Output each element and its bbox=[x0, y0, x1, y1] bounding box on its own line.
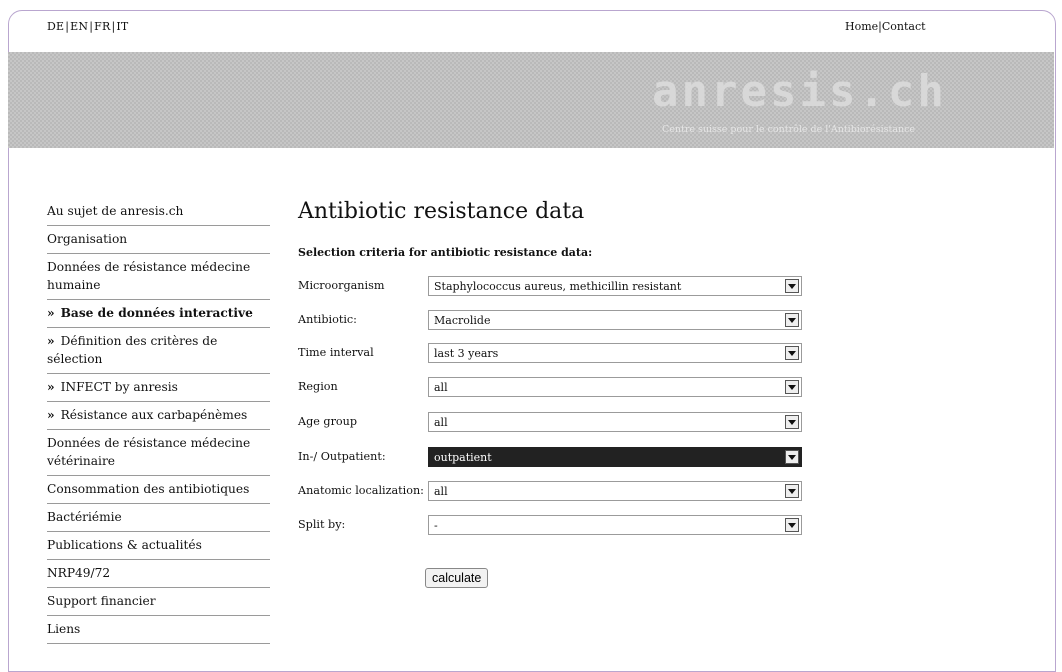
age-group-select[interactable]: all bbox=[428, 412, 802, 432]
sidebar-item-links[interactable]: Liens bbox=[47, 616, 270, 644]
chevron-down-icon bbox=[785, 415, 799, 429]
arrow-icon: » bbox=[47, 306, 55, 320]
selected-value: Staphylococcus aureus, methicillin resis… bbox=[434, 280, 682, 293]
chevron-down-icon bbox=[785, 346, 799, 360]
lang-en[interactable]: EN bbox=[70, 20, 88, 33]
split-by-select[interactable]: - bbox=[428, 515, 802, 535]
selected-value: Macrolide bbox=[434, 314, 491, 327]
sidebar-item-carbapenem-resistance[interactable]: » Résistance aux carbapénèmes bbox=[47, 402, 270, 430]
selected-value: all bbox=[434, 416, 448, 429]
patient-type-label: In-/ Outpatient: bbox=[298, 450, 386, 463]
microorganism-select[interactable]: Staphylococcus aureus, methicillin resis… bbox=[428, 276, 802, 296]
site-tagline: Centre suisse pour le contrôle de l'Anti… bbox=[662, 124, 916, 135]
sidebar-item-about[interactable]: Au sujet de anresis.ch bbox=[47, 198, 270, 226]
arrow-icon: » bbox=[47, 408, 55, 422]
sidebar-item-human-resistance-data[interactable]: Données de résistance médecine humaine bbox=[47, 254, 270, 300]
time-interval-label: Time interval bbox=[298, 346, 374, 359]
arrow-icon: » bbox=[47, 380, 55, 394]
anatomic-localization-select[interactable]: all bbox=[428, 481, 802, 501]
patient-type-row: In-/ Outpatient: outpatient bbox=[298, 447, 804, 469]
sidebar-item-interactive-database[interactable]: » Base de données interactive bbox=[47, 300, 270, 328]
region-label: Region bbox=[298, 380, 338, 393]
patient-type-select[interactable]: outpatient bbox=[428, 447, 802, 467]
sidebar-item-veterinary-resistance-data[interactable]: Données de résistance médecine vétérinai… bbox=[47, 430, 270, 476]
sidebar-item-bacteremia[interactable]: Bactériémie bbox=[47, 504, 270, 532]
language-switcher: DE|EN|FR|IT bbox=[47, 20, 128, 33]
page-title: Antibiotic resistance data bbox=[298, 199, 585, 224]
sidebar-nav: Au sujet de anresis.ch Organisation Donn… bbox=[47, 198, 270, 644]
antibiotic-label: Antibiotic: bbox=[298, 313, 357, 326]
anatomic-localization-label: Anatomic localization: bbox=[298, 484, 424, 497]
split-by-row: Split by: - bbox=[298, 515, 804, 537]
sidebar-item-label: Base de données interactive bbox=[60, 306, 253, 320]
region-select[interactable]: all bbox=[428, 377, 802, 397]
microorganism-label: Microorganism bbox=[298, 279, 385, 292]
separator: | bbox=[89, 20, 94, 33]
lang-fr[interactable]: FR bbox=[94, 20, 110, 33]
selection-criteria-heading: Selection criteria for antibiotic resist… bbox=[298, 246, 593, 259]
sidebar-item-label: Résistance aux carbapénèmes bbox=[60, 408, 248, 422]
sidebar-item-infect[interactable]: » INFECT by anresis bbox=[47, 374, 270, 402]
top-links: Home|Contact bbox=[845, 20, 926, 33]
chevron-down-icon bbox=[785, 450, 799, 464]
sidebar-item-label: Définition des critères de sélection bbox=[47, 334, 218, 366]
selected-value: all bbox=[434, 381, 448, 394]
split-by-label: Split by: bbox=[298, 518, 346, 531]
antibiotic-select[interactable]: Macrolide bbox=[428, 310, 802, 330]
site-logo[interactable]: anresis.ch bbox=[652, 70, 947, 114]
antibiotic-row: Antibiotic: Macrolide bbox=[298, 310, 804, 332]
lang-de[interactable]: DE bbox=[47, 20, 64, 33]
sidebar-item-criteria-definition[interactable]: » Définition des critères de sélection bbox=[47, 328, 270, 374]
selected-value: last 3 years bbox=[434, 347, 499, 360]
selected-value: - bbox=[434, 519, 438, 532]
lang-it[interactable]: IT bbox=[116, 20, 128, 33]
sidebar-item-publications[interactable]: Publications & actualités bbox=[47, 532, 270, 560]
arrow-icon: » bbox=[47, 334, 55, 348]
home-link[interactable]: Home bbox=[845, 20, 878, 33]
sidebar-item-nrp[interactable]: NRP49/72 bbox=[47, 560, 270, 588]
separator: | bbox=[65, 20, 70, 33]
sidebar-item-financial-support[interactable]: Support financier bbox=[47, 588, 270, 616]
sidebar-item-label: INFECT by anresis bbox=[60, 380, 178, 394]
chevron-down-icon bbox=[785, 313, 799, 327]
chevron-down-icon bbox=[785, 279, 799, 293]
age-group-row: Age group all bbox=[298, 412, 804, 434]
calculate-button[interactable]: calculate bbox=[425, 568, 489, 588]
sidebar-item-organisation[interactable]: Organisation bbox=[47, 226, 270, 254]
anatomic-localization-row: Anatomic localization: all bbox=[298, 481, 804, 503]
age-group-label: Age group bbox=[298, 415, 358, 428]
contact-link[interactable]: Contact bbox=[882, 20, 926, 33]
microorganism-row: Microorganism Staphylococcus aureus, met… bbox=[298, 276, 804, 298]
selected-value: outpatient bbox=[434, 451, 492, 464]
separator: | bbox=[111, 20, 116, 33]
chevron-down-icon bbox=[785, 380, 799, 394]
selected-value: all bbox=[434, 485, 448, 498]
sidebar-item-antibiotic-consumption[interactable]: Consommation des antibiotiques bbox=[47, 476, 270, 504]
time-interval-row: Time interval last 3 years bbox=[298, 343, 804, 365]
chevron-down-icon bbox=[785, 484, 799, 498]
region-row: Region all bbox=[298, 377, 804, 399]
chevron-down-icon bbox=[785, 518, 799, 532]
time-interval-select[interactable]: last 3 years bbox=[428, 343, 802, 363]
